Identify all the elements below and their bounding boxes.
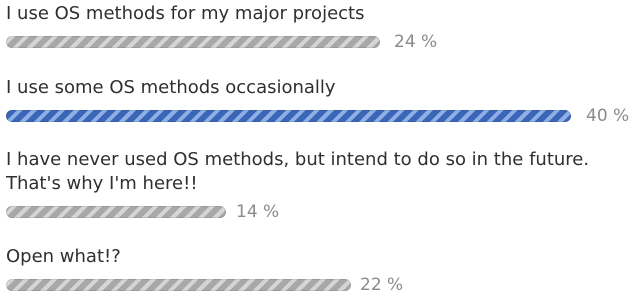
poll-option-bar xyxy=(6,279,351,291)
poll-option-result: 40 % xyxy=(0,106,635,128)
poll-option-percent: 24 % xyxy=(394,32,438,52)
poll-option-percent: 40 % xyxy=(586,106,630,126)
poll-option-bar xyxy=(6,206,226,218)
poll-option-label: I have never used OS methods, but intend… xyxy=(6,149,590,194)
poll-results: I use OS methods for my major projects 2… xyxy=(0,0,635,299)
poll-option-label: I use some OS methods occasionally xyxy=(6,77,336,98)
poll-option-4: Open what!? 22 % xyxy=(0,245,635,297)
poll-option-1: I use OS methods for my major projects 2… xyxy=(0,2,635,54)
poll-option-result: 14 % xyxy=(0,202,635,224)
poll-option-3: I have never used OS methods, but intend… xyxy=(0,148,635,224)
poll-option-result: 22 % xyxy=(0,275,635,297)
poll-option-label: Open what!? xyxy=(6,246,121,267)
poll-option-percent: 14 % xyxy=(236,202,280,222)
poll-option-2: I use some OS methods occasionally 40 % xyxy=(0,76,635,128)
poll-option-bar xyxy=(6,36,380,48)
poll-option-bar xyxy=(6,110,571,122)
poll-option-percent: 22 % xyxy=(360,275,404,295)
poll-option-label: I use OS methods for my major projects xyxy=(6,3,365,24)
poll-option-result: 24 % xyxy=(0,32,635,54)
